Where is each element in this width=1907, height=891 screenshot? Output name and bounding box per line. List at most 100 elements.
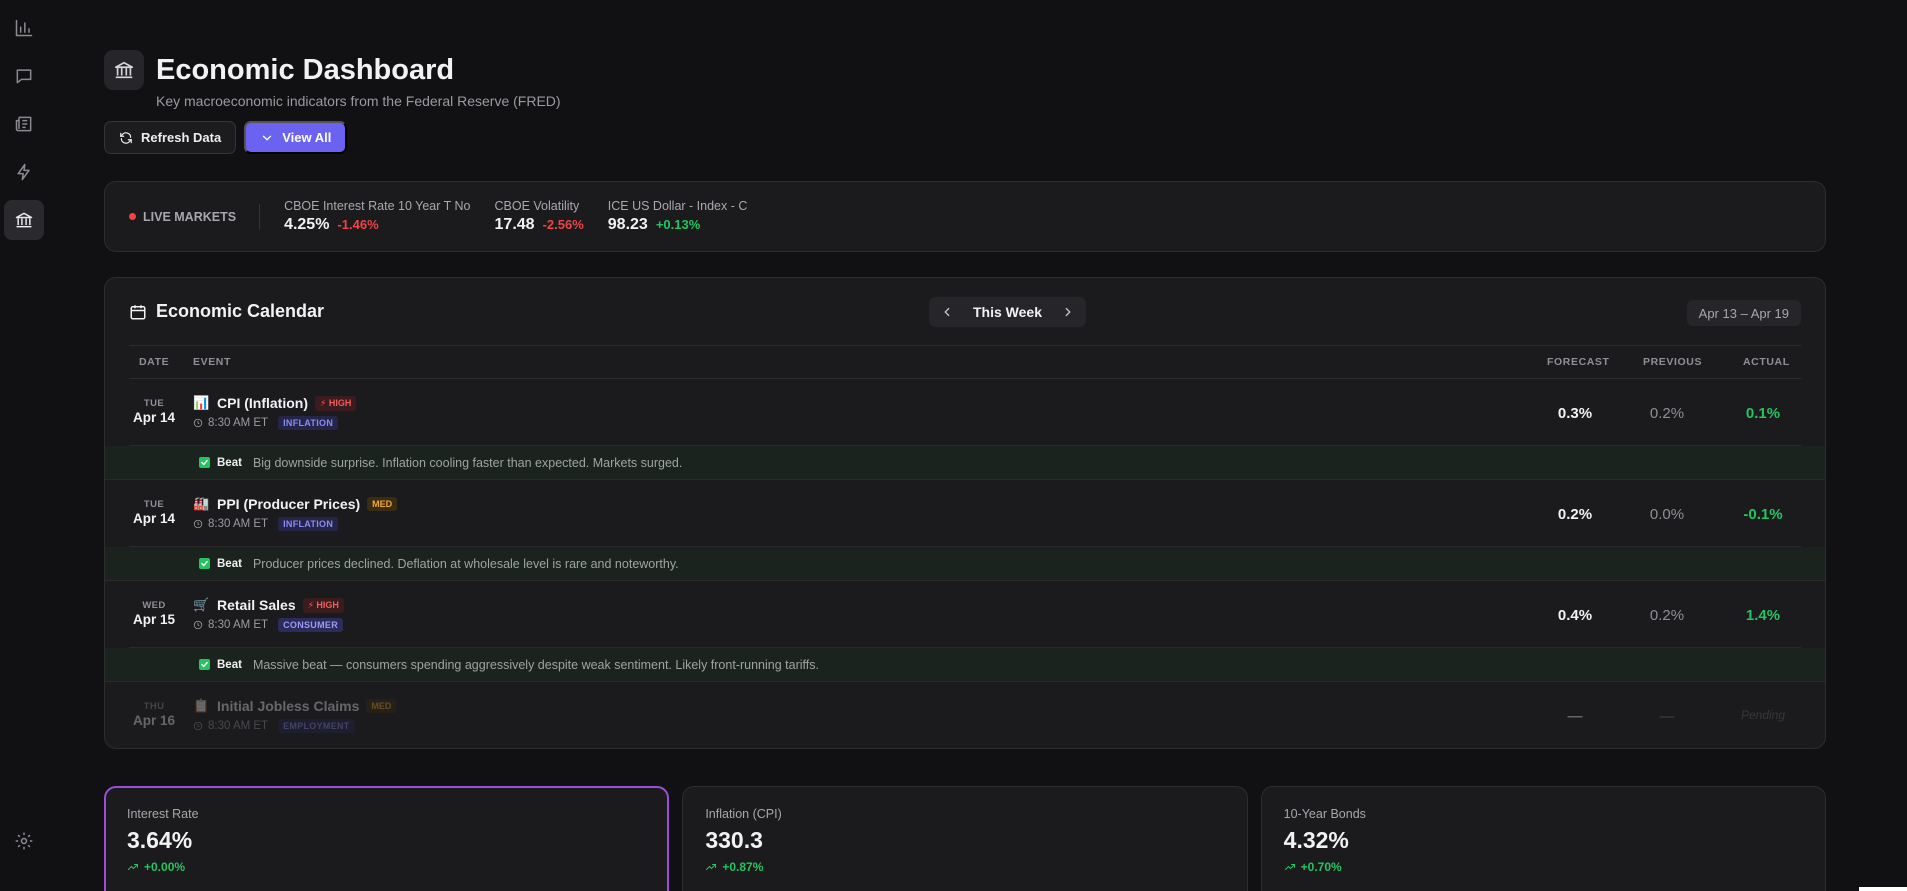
- stat-change-text: +0.70%: [1300, 860, 1342, 874]
- chart-emoji-icon: 📊: [193, 395, 210, 410]
- ticker-value: 98.23: [607, 216, 648, 233]
- stat-card-inflation[interactable]: Inflation (CPI) 330.3 +0.87%: [682, 786, 1248, 891]
- event-actual: -0.1%: [1743, 506, 1783, 523]
- importance-badge: MED: [367, 497, 398, 511]
- clock-icon: [193, 418, 203, 428]
- column-header-date: DATE: [139, 356, 170, 368]
- event-name: PPI (Producer Prices): [217, 496, 361, 512]
- event-previous: 0.2%: [1649, 405, 1685, 422]
- event-name: Initial Jobless Claims: [217, 698, 360, 714]
- sidebar-item-chat[interactable]: [4, 56, 44, 96]
- ticker-value: 4.25%: [284, 216, 330, 233]
- economic-calendar: Economic Calendar This Week Apr 13 – Apr…: [104, 277, 1826, 749]
- calendar-event-row[interactable]: THU Apr 16 📋 Initial Jobless Claims MED …: [129, 682, 1801, 748]
- result-label: Beat: [217, 456, 242, 469]
- header-bank-icon: [104, 50, 144, 90]
- event-actual: 0.1%: [1745, 405, 1781, 422]
- clock-icon: [193, 721, 203, 731]
- live-markets-ticker: LIVE MARKETS CBOE Interest Rate 10 Year …: [104, 181, 1826, 252]
- next-week-button[interactable]: [1060, 304, 1076, 320]
- ticker-change: +0.13%: [655, 217, 701, 232]
- sidebar-item-settings[interactable]: [4, 821, 44, 861]
- sidebar-item-signals[interactable]: [4, 152, 44, 192]
- event-day: Apr 15: [132, 612, 176, 627]
- event-date: TUE Apr 14: [129, 499, 179, 526]
- event-actual: Pending: [1740, 708, 1786, 722]
- indicator-cards: Interest Rate 3.64% +0.00% Inflation (CP…: [104, 786, 1826, 891]
- scroll-indicator: [1859, 887, 1907, 891]
- sidebar-item-news[interactable]: [4, 104, 44, 144]
- ticker-label: CBOE Interest Rate 10 Year T No: [284, 199, 471, 213]
- calendar-column-headers: DATE EVENT FORECAST PREVIOUS ACTUAL: [129, 346, 1801, 379]
- gear-icon: [15, 832, 33, 850]
- action-bar: Refresh Data View All: [104, 121, 1826, 154]
- page-subtitle: Key macroeconomic indicators from the Fe…: [156, 93, 561, 109]
- column-header-event: EVENT: [193, 356, 232, 368]
- stat-change: +0.00%: [127, 860, 646, 874]
- trending-up-icon: [706, 864, 717, 870]
- event-name: Retail Sales: [217, 597, 296, 613]
- calendar-title-text: Economic Calendar: [156, 301, 325, 321]
- stat-label: 10-Year Bonds: [1283, 807, 1366, 821]
- sidebar-item-charts[interactable]: [4, 8, 44, 48]
- live-markets-label: LIVE MARKETS: [143, 209, 237, 224]
- refresh-data-label: Refresh Data: [141, 130, 222, 145]
- event-day: Apr 14: [132, 511, 176, 526]
- event-previous: 0.2%: [1649, 607, 1685, 624]
- prev-week-button[interactable]: [939, 304, 955, 320]
- column-header-forecast: FORECAST: [1547, 356, 1610, 368]
- calendar-event-row[interactable]: TUE Apr 14 🏭 PPI (Producer Prices) MED 8…: [129, 480, 1801, 547]
- ticker-item[interactable]: CBOE Interest Rate 10 Year T No 4.25% -1…: [284, 199, 470, 234]
- week-navigator: This Week: [929, 297, 1086, 327]
- stat-card-10-year-bonds[interactable]: 10-Year Bonds 4.32% +0.70%: [1260, 786, 1826, 891]
- stat-change: +0.70%: [1284, 860, 1803, 874]
- ticker-item[interactable]: CBOE Volatility 17.48 -2.56%: [495, 199, 584, 234]
- live-dot-icon: [129, 213, 136, 220]
- clock-icon: [193, 620, 203, 630]
- event-forecast: —: [1567, 708, 1583, 725]
- clipboard-emoji-icon: 📋: [193, 698, 210, 713]
- result-label: Beat: [217, 658, 242, 671]
- event-day: Apr 14: [132, 410, 176, 425]
- event-forecast: 0.2%: [1557, 506, 1593, 523]
- page-header: Economic Dashboard Key macroeconomic ind…: [104, 50, 1826, 109]
- lightning-icon: [17, 163, 30, 181]
- check-icon: [199, 558, 210, 569]
- calendar-icon: [130, 304, 146, 319]
- event-date: WED Apr 15: [129, 600, 179, 627]
- event-actual: 1.4%: [1745, 607, 1781, 624]
- column-header-previous: PREVIOUS: [1643, 356, 1703, 368]
- calendar-event-row[interactable]: WED Apr 15 🛒 Retail Sales ⚡ HIGH 8:30 AM…: [129, 581, 1801, 648]
- stat-card-interest-rate[interactable]: Interest Rate 3.64% +0.00%: [104, 786, 670, 891]
- main-content: Economic Dashboard Key macroeconomic ind…: [104, 50, 1826, 749]
- chevron-down-icon: [263, 135, 272, 141]
- stat-change-text: +0.87%: [722, 860, 764, 874]
- stat-value: 4.32%: [1283, 827, 1349, 853]
- sidebar-item-economy[interactable]: [4, 200, 44, 240]
- check-icon: [199, 659, 210, 670]
- calendar-event-row[interactable]: TUE Apr 14 📊 CPI (Inflation) ⚡ HIGH 8:30…: [129, 379, 1801, 446]
- category-badge: INFLATION: [278, 416, 339, 430]
- event-name: CPI (Inflation): [217, 395, 308, 411]
- importance-badge: ⚡ HIGH: [302, 597, 344, 613]
- category-badge: INFLATION: [278, 517, 339, 531]
- importance-badge: ⚡ HIGH: [315, 395, 357, 411]
- live-markets-indicator: LIVE MARKETS: [129, 203, 261, 230]
- event-date: TUE Apr 14: [129, 398, 179, 425]
- event-time: 8:30 AM ET: [208, 417, 269, 429]
- check-icon: [199, 457, 210, 468]
- event-date: THU Apr 16: [129, 701, 179, 728]
- page-title: Economic Dashboard: [156, 54, 455, 86]
- newspaper-icon: [15, 116, 32, 132]
- result-note-text: Big downside surprise. Inflation cooling…: [252, 455, 683, 470]
- ticker-item[interactable]: ICE US Dollar - Index - C 98.23 +0.13%: [608, 199, 748, 234]
- ticker-label: ICE US Dollar - Index - C: [607, 199, 748, 213]
- chevron-left-icon: [944, 307, 950, 317]
- date-range-badge: Apr 13 – Apr 19: [1686, 300, 1801, 326]
- event-forecast: 0.4%: [1557, 607, 1593, 624]
- view-all-button[interactable]: View All: [244, 121, 348, 154]
- refresh-data-button[interactable]: Refresh Data: [104, 121, 237, 154]
- ticker-value: 17.48: [494, 216, 535, 233]
- stat-value: 3.64%: [127, 827, 193, 853]
- event-result-note: Beat Big downside surprise. Inflation co…: [105, 446, 1825, 480]
